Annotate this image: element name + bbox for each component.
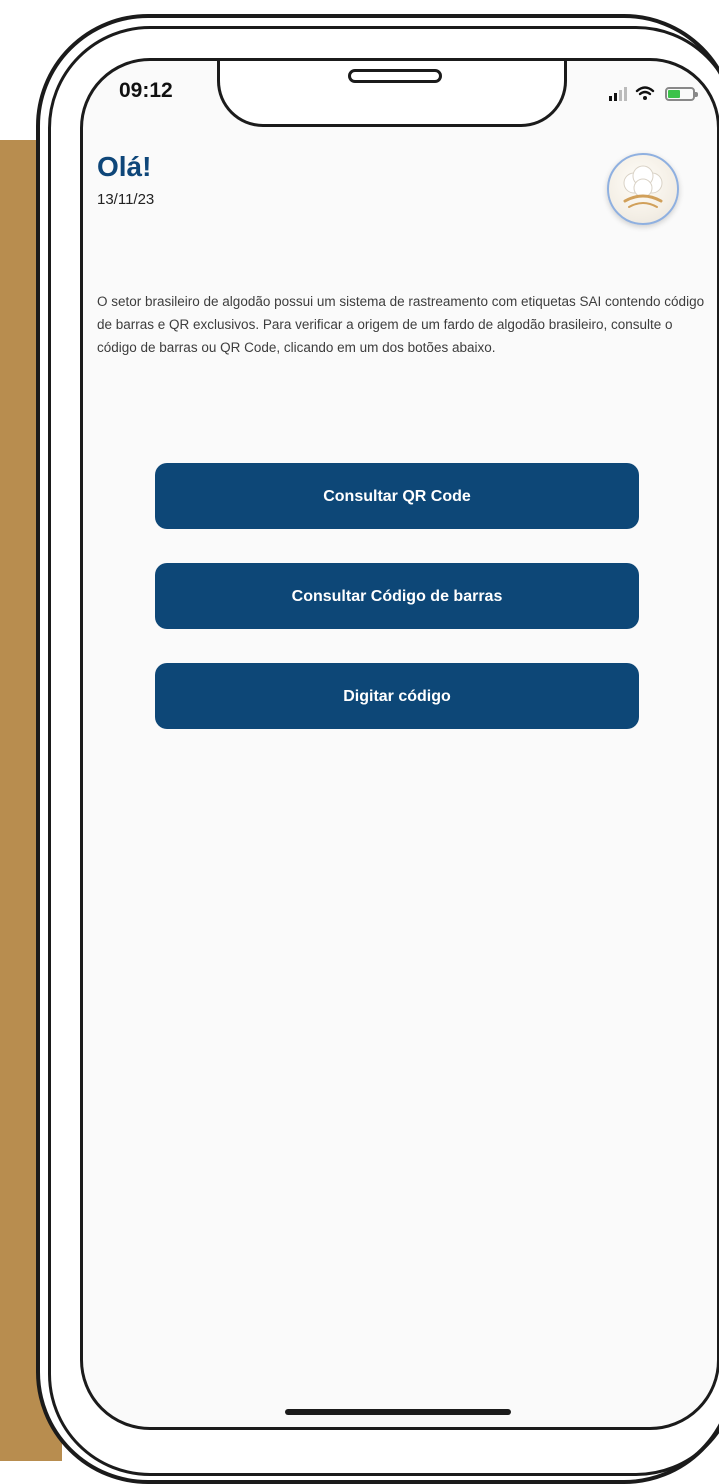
app-screen: 09:12 Olá! 13/11/23 O setor brasileiro d…: [80, 58, 719, 1430]
greeting-title: Olá!: [97, 151, 152, 182]
scan-barcode-button[interactable]: Consultar Código de barras: [155, 563, 639, 629]
status-time: 09:12: [119, 79, 173, 102]
battery-icon: [665, 87, 698, 101]
scan-qr-code-button[interactable]: Consultar QR Code: [155, 463, 639, 529]
cotton-logo-icon: [623, 165, 663, 208]
speaker-grille: [348, 69, 442, 83]
current-date: 13/11/23: [97, 191, 155, 208]
type-code-button[interactable]: Digitar código: [155, 663, 639, 729]
intro-paragraph: O setor brasileiro de algodão possui um …: [97, 293, 705, 355]
profile-avatar[interactable]: [607, 153, 679, 225]
phone-notch: [217, 61, 567, 127]
signal-icon: [609, 85, 627, 101]
home-indicator[interactable]: [285, 1409, 511, 1415]
wifi-icon: [635, 86, 655, 100]
status-icons: [609, 81, 698, 101]
